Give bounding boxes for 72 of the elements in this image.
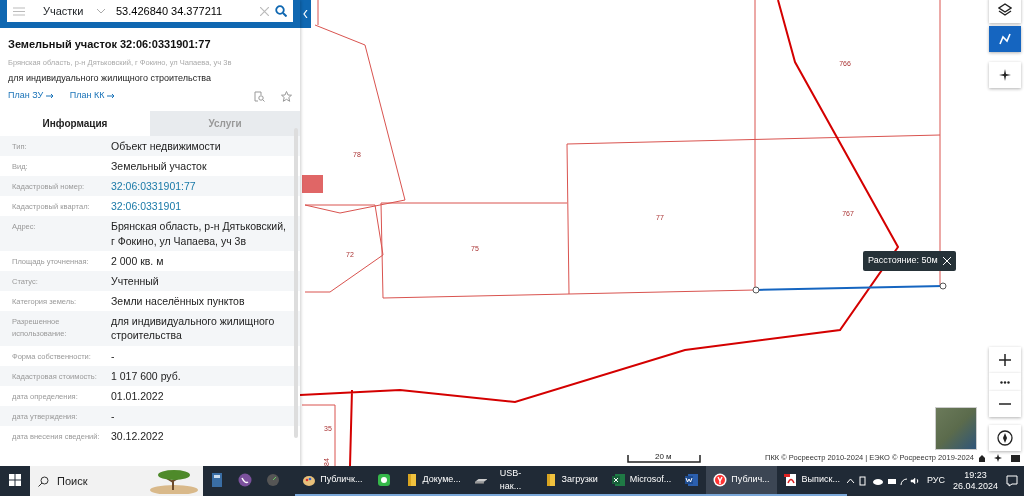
chevron-left-icon <box>303 10 308 18</box>
calculator-icon <box>210 473 225 487</box>
notification-icon[interactable] <box>1006 475 1018 487</box>
taskbar-search-field[interactable]: Поиск <box>30 466 204 496</box>
document-icon <box>685 473 700 487</box>
zoom-in-button[interactable] <box>989 347 1021 373</box>
taskbar-app[interactable]: Загрузки <box>536 466 605 496</box>
arrow-right-icon <box>45 92 54 99</box>
line-chart-icon <box>998 32 1012 46</box>
phone-bubble-icon <box>238 473 253 487</box>
field-value: Учтенный <box>111 273 160 289</box>
gauge-icon <box>266 473 281 487</box>
field-value: Земельный участок <box>111 158 208 174</box>
compass-icon <box>997 430 1013 446</box>
zoom-out-button[interactable] <box>989 391 1021 417</box>
taskbar-app[interactable]: Публич... <box>706 466 777 496</box>
browser-icon <box>713 473 728 487</box>
highlighted-parcel <box>302 175 323 193</box>
plus-icon <box>999 354 1011 366</box>
layers-button[interactable] <box>989 0 1021 23</box>
close-icon[interactable] <box>942 256 951 265</box>
field-value: 1 017 600 руб. <box>111 368 182 383</box>
parcel-purpose: для индивидуального жилищного строительства <box>8 71 213 85</box>
dots-icon <box>1000 380 1010 384</box>
field-link[interactable]: 32:06:0331901 <box>111 199 286 214</box>
taskbar-app[interactable]: Докуме... <box>397 466 468 496</box>
arrow-right-icon <box>106 92 115 99</box>
search-icon[interactable] <box>275 5 287 17</box>
taskbar-app[interactable]: Microsof... <box>604 466 679 496</box>
map-footer-icons[interactable] <box>978 454 1020 462</box>
field-value: Брянская область, р-н Дятьковский, г Фокино, ул Чапаева, уч 3в <box>111 219 286 248</box>
layers-icon <box>998 3 1012 17</box>
field-value: - <box>111 409 116 424</box>
compass-button[interactable] <box>989 425 1021 451</box>
tree-picture <box>149 468 200 494</box>
measure-button[interactable] <box>989 26 1021 52</box>
taskbar-clock[interactable]: 19:23 26.04.2024 <box>952 469 998 493</box>
more-button[interactable] <box>989 373 1021 391</box>
field-value: 2 000 кв. м <box>111 253 165 268</box>
search-placeholder: Поиск <box>57 473 88 489</box>
category-dropdown[interactable]: Участки <box>43 2 91 20</box>
locate-button[interactable] <box>989 62 1021 88</box>
search-bar[interactable]: Участки 53.426840 34.377211 <box>7 0 293 22</box>
spreadsheet-icon <box>611 473 626 487</box>
taskbar-app[interactable]: Публичк... <box>295 466 370 496</box>
field-value: Земли населённых пунктов <box>111 294 246 309</box>
field-link[interactable]: 32:06:0331901:77 <box>111 179 286 194</box>
star-icon[interactable] <box>281 90 292 102</box>
minus-icon <box>999 403 1011 405</box>
plan-link[interactable]: План КК <box>69 89 115 103</box>
four-squares-icon <box>9 474 21 486</box>
scrollbar[interactable] <box>294 128 298 438</box>
collapse-button[interactable] <box>300 0 311 28</box>
satellite-thumbnail[interactable] <box>935 407 977 450</box>
distance-text: Расстояние: 50м <box>868 254 938 267</box>
scale-label: 20 м <box>655 451 672 463</box>
parcel-title: Земельный участок 32:06:0331901:77 <box>8 37 212 52</box>
field-value: для индивидуального жилищного строительства <box>111 314 276 343</box>
four-point-star-icon <box>999 69 1011 81</box>
taskbar-app[interactable]: Выписк... <box>776 466 847 496</box>
field-value: 30.12.2022 <box>111 429 165 444</box>
plan-link[interactable]: План ЗУ <box>8 89 54 103</box>
language-indicator[interactable]: РУС <box>926 474 945 488</box>
field-value: Объект недвижимости <box>111 138 222 153</box>
app-icon <box>376 473 391 487</box>
search-icon <box>38 475 49 487</box>
field-value: 01.01.2022 <box>111 389 165 404</box>
taskbar-app[interactable]: USB-нак... <box>467 466 537 496</box>
pdf-icon <box>783 473 798 487</box>
palette-icon <box>302 473 317 487</box>
field-value: - <box>111 348 116 363</box>
tray-icons[interactable] <box>846 476 919 486</box>
